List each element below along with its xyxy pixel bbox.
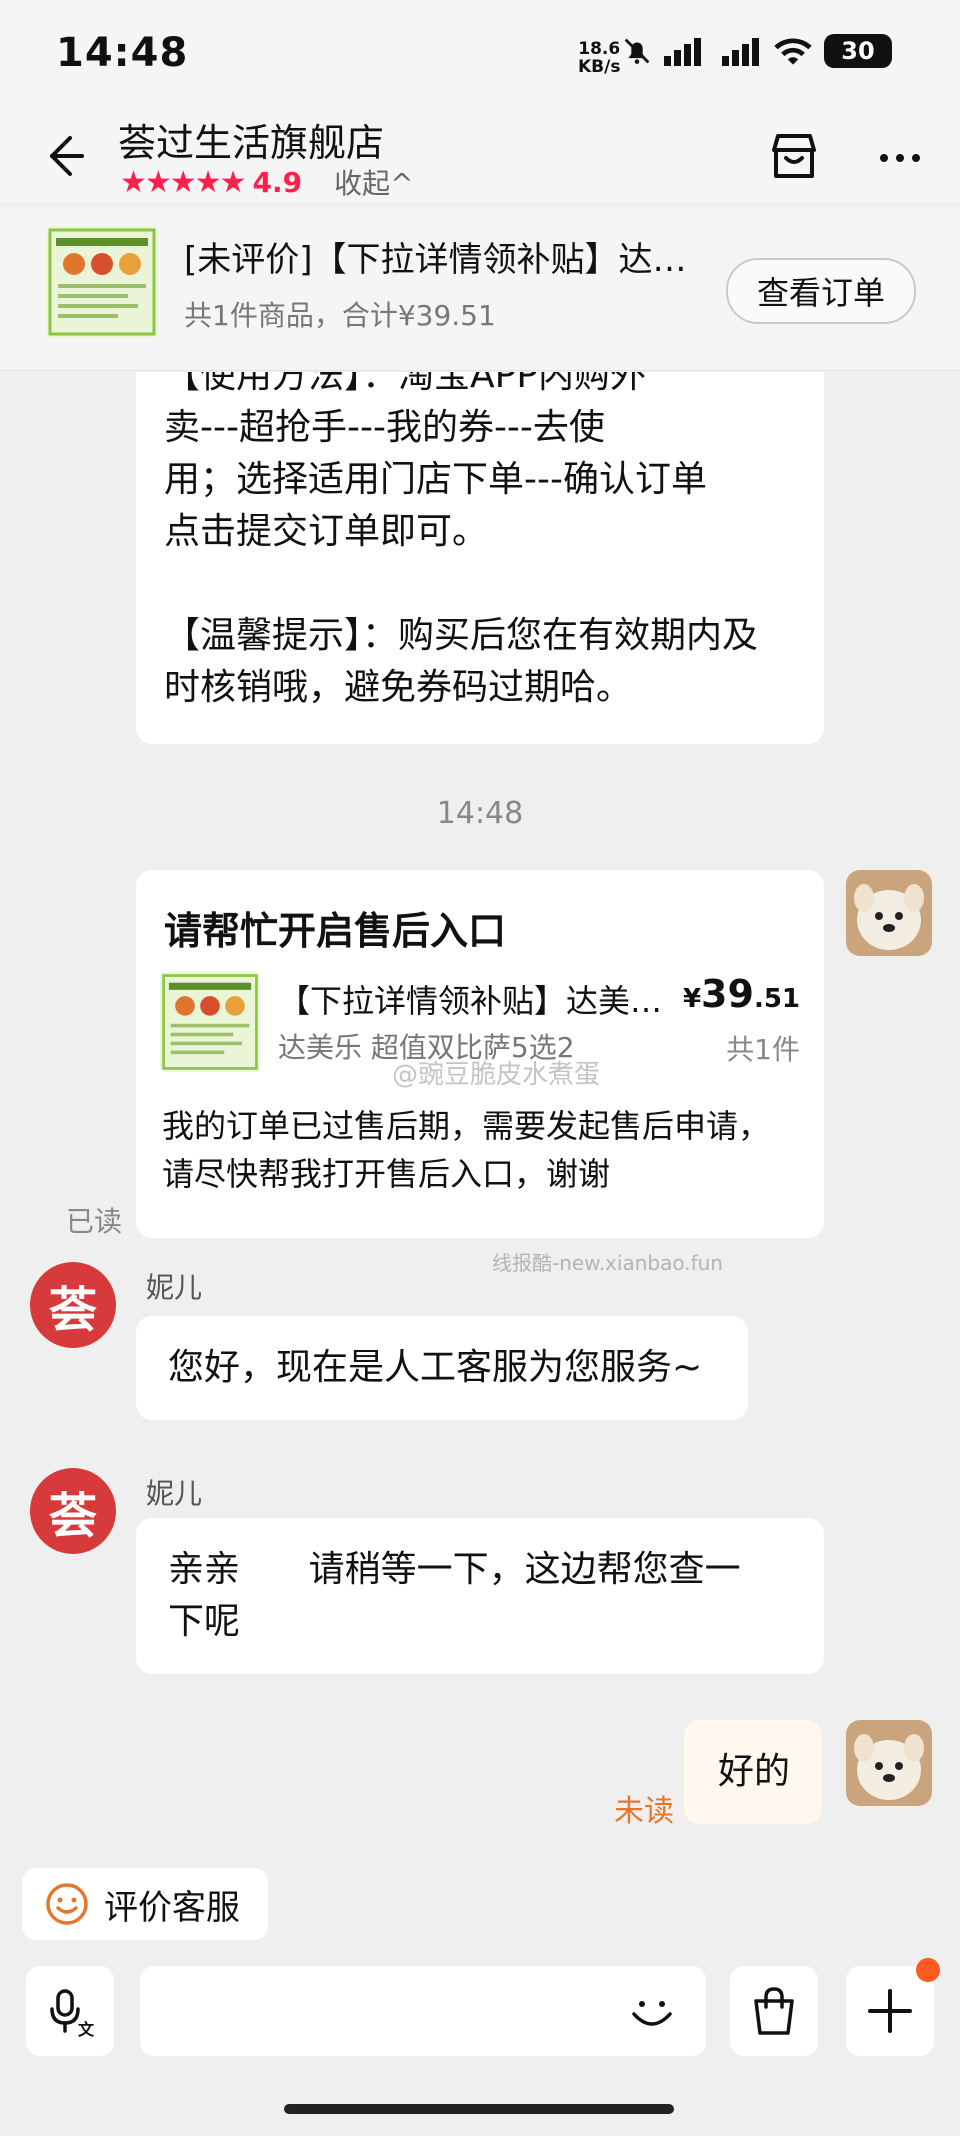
order-thumbnail[interactable] — [46, 226, 158, 338]
notification-dot — [916, 1958, 940, 1982]
voice-input-button[interactable]: 文 — [26, 1966, 114, 2056]
user-avatar[interactable] — [846, 1720, 932, 1806]
order-card-title: 请帮忙开启售后入口 — [164, 909, 507, 953]
order-title: [未评价]【下拉详情领补贴】达… — [184, 240, 687, 280]
wifi-icon — [774, 38, 812, 65]
agent-message-bubble: 亲亲 请稍等一下，这边帮您查一 下呢 — [136, 1518, 824, 1674]
rating-stars-icon: ★★★★★ — [120, 164, 246, 200]
cellular-signal-icon — [664, 38, 701, 66]
collapse-toggle[interactable]: 收起^ — [334, 162, 413, 202]
network-speed: 18.6 KB/s — [578, 40, 620, 76]
shopping-bag-icon — [754, 1987, 794, 2035]
agent-message-text: 您好，现在是人工客服为您服务~ — [168, 1347, 703, 1388]
emoji-icon[interactable] — [624, 1984, 680, 2040]
more-options-button[interactable] — [870, 126, 934, 190]
back-button[interactable] — [34, 126, 94, 186]
order-summary: 共1件商品，合计¥39.51 — [184, 299, 496, 332]
message-timestamp: 14:48 — [436, 796, 524, 831]
price-decimal: .51 — [753, 984, 800, 1014]
user-avatar[interactable] — [846, 870, 932, 956]
smiley-icon — [46, 1883, 88, 1925]
shop-rating: 4.9 — [252, 165, 303, 199]
unread-status: 未读 — [614, 1794, 674, 1829]
order-card-thumbnail — [160, 972, 260, 1072]
mute-bell-icon — [624, 38, 650, 64]
site-watermark: 线报酷-new.xianbao.fun — [492, 1251, 723, 1275]
price-symbol: ¥ — [682, 984, 702, 1014]
agent-name: 妮儿 — [146, 1271, 203, 1304]
chat-header: 荟过生活旗舰店 ★★★★★ 4.9 收起^ — [0, 112, 960, 202]
read-status: 已读 — [66, 1205, 123, 1238]
rate-service-button[interactable]: 评价客服 — [22, 1868, 268, 1940]
battery-indicator: 30 — [824, 34, 892, 68]
product-thumbnail-icon — [46, 226, 158, 338]
microphone-icon: 文 — [50, 1989, 95, 2037]
user-message-bubble: 好的 — [684, 1720, 822, 1824]
agent-name: 妮儿 — [146, 1477, 203, 1510]
plus-icon — [868, 1989, 912, 2033]
agent-avatar[interactable]: 荟 — [30, 1468, 116, 1554]
input-toolbar: 文 — [0, 1958, 960, 2078]
shop-name[interactable]: 荟过生活旗舰店 — [118, 112, 384, 167]
order-card-product-name: 【下拉详情领补贴】达美… — [278, 982, 663, 1020]
cellular-signal-2-icon — [722, 38, 759, 66]
order-card-price: ¥39.51 — [683, 972, 800, 1016]
network-speed-unit: KB/s — [578, 57, 621, 77]
shop-rating-row: ★★★★★ 4.9 收起^ — [120, 162, 414, 202]
agent-message-text: 亲亲 请稍等一下，这边帮您查一 下呢 — [168, 1549, 741, 1642]
svg-text:文: 文 — [78, 2020, 95, 2037]
agent-avatar[interactable]: 荟 — [30, 1262, 116, 1348]
more-dots-icon — [880, 154, 920, 162]
dog-avatar-icon — [846, 870, 932, 956]
product-thumbnail-icon — [160, 972, 260, 1072]
status-bar: 14:48 18.6 KB/s 30 — [0, 0, 960, 112]
add-more-button[interactable] — [846, 1958, 940, 2056]
store-icon — [772, 134, 816, 178]
agent-message-bubble: 【使用方法】：淘宝APP内购外 卖---超抢手---我的券---去使 用；选择适… — [136, 372, 824, 744]
arrow-left-icon — [50, 136, 84, 176]
agent-message-text: 【使用方法】：淘宝APP内购外 卖---超抢手---我的券---去使 用；选择适… — [164, 372, 759, 708]
status-icons: 30 — [620, 34, 892, 68]
agent-message-bubble: 您好，现在是人工客服为您服务~ — [136, 1316, 748, 1420]
home-indicator[interactable] — [284, 2104, 674, 2114]
dog-avatar-icon — [846, 1720, 932, 1806]
message-input[interactable] — [140, 1966, 706, 2056]
clock: 14:48 — [56, 30, 189, 76]
view-order-button[interactable]: 查看订单 — [726, 258, 916, 324]
order-card-quantity: 共1件 — [726, 1033, 800, 1066]
order-summary-bar[interactable]: [未评价]【下拉详情领补贴】达… 共1件商品，合计¥39.51 查看订单 — [0, 208, 960, 371]
order-card-body: 我的订单已过售后期，需要发起售后申请， 请尽快帮我打开售后入口，谢谢 — [162, 1107, 771, 1193]
user-message-text: 好的 — [718, 1751, 791, 1792]
network-speed-value: 18.6 — [578, 39, 621, 59]
price-integer: 39 — [701, 972, 754, 1016]
rate-service-label: 评价客服 — [104, 1887, 240, 1928]
store-button[interactable] — [764, 126, 828, 190]
weibo-watermark: @豌豆脆皮水煮蛋 — [392, 1060, 601, 1090]
shopping-bag-button[interactable] — [730, 1966, 818, 2056]
